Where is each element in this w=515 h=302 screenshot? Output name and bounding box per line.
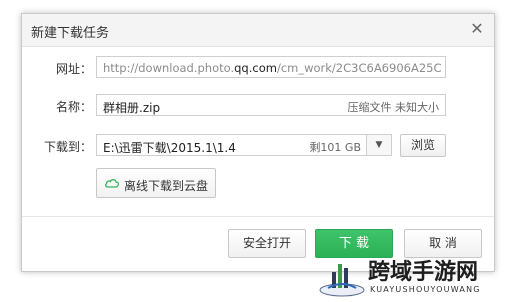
watermark-title: 跨域手游网: [368, 259, 479, 285]
browse-button[interactable]: 浏览: [400, 134, 446, 157]
name-field[interactable]: 群相册.zip 压缩文件 未知大小: [96, 94, 446, 116]
url-value: http://download.photo.qq.com/cm_work/2C3…: [103, 61, 442, 75]
dialog-title: 新建下载任务: [31, 26, 110, 41]
watermark-emblem-icon: [319, 264, 365, 297]
free-space: 剩101 GB: [309, 141, 361, 154]
path-value: E:\迅雷下载\2015.1\1.4: [103, 141, 236, 155]
watermark-logo: 跨域手游网 KUAYUSHOUYOUWANG: [318, 252, 514, 300]
cloud-icon: [104, 176, 120, 190]
name-label: 名称：: [55, 100, 92, 114]
path-dropdown-icon[interactable]: ▼: [366, 135, 391, 155]
new-download-dialog: 新建下载任务 ✕ 网址： http://download.photo.qq.co…: [21, 13, 495, 272]
watermark-subtitle: KUAYUSHOUYOUWANG: [370, 285, 481, 294]
url-label: 网址：: [55, 62, 92, 76]
cloud-download-button[interactable]: 离线下载到云盘: [96, 168, 216, 198]
path-field[interactable]: E:\迅雷下载\2015.1\1.4 剩101 GB ▼: [96, 134, 392, 156]
file-type-size: 压缩文件 未知大小: [347, 101, 440, 114]
close-icon[interactable]: ✕: [468, 20, 486, 38]
dialog-titlebar: 新建下载任务 ✕: [22, 14, 494, 47]
footer-divider: [22, 216, 494, 217]
safe-open-button[interactable]: 安全打开: [228, 229, 306, 258]
url-field[interactable]: http://download.photo.qq.com/cm_work/2C3…: [96, 56, 446, 78]
name-value: 群相册.zip: [103, 101, 161, 115]
cloud-download-label: 离线下载到云盘: [124, 179, 209, 193]
path-label: 下载到：: [43, 140, 92, 154]
